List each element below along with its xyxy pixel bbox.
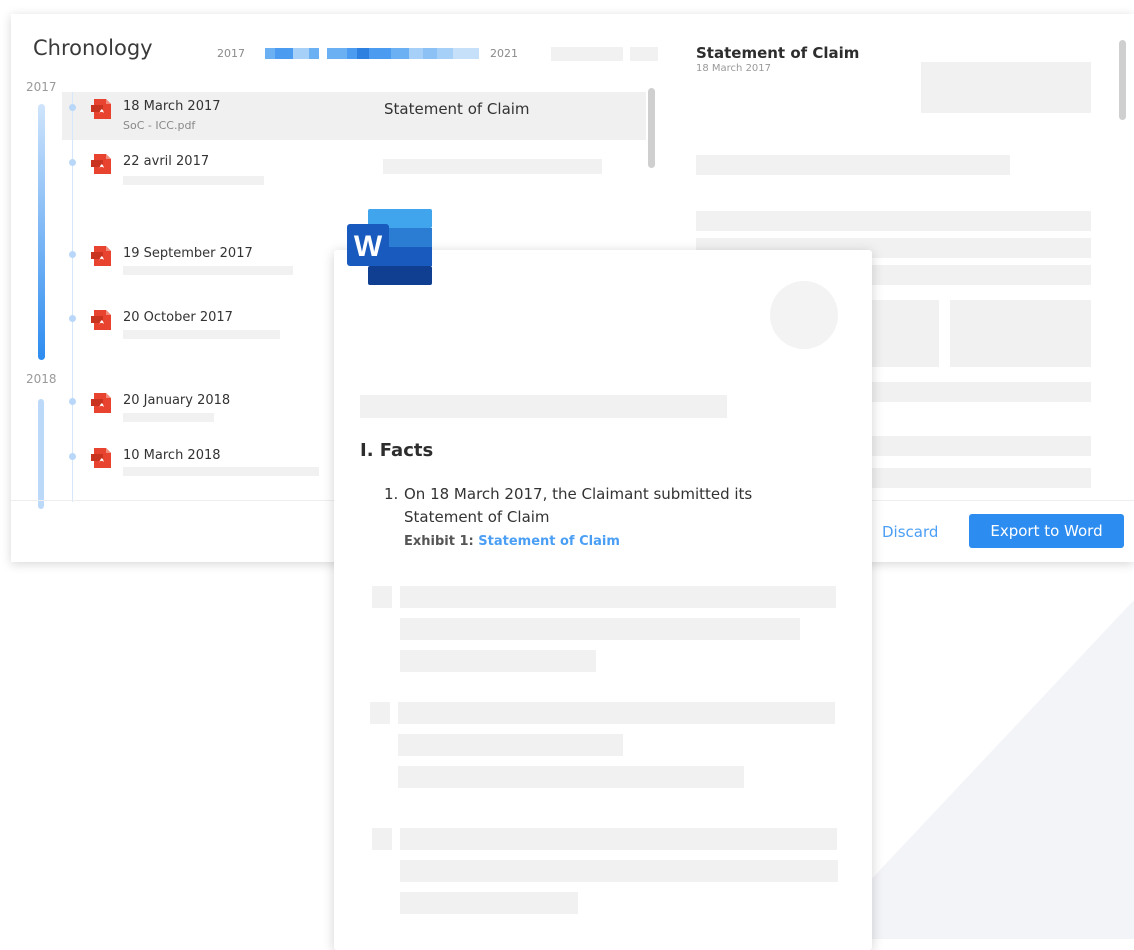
preview-placeholder: [696, 211, 1091, 231]
word-icon: W: [347, 209, 432, 285]
entry-date: 10 March 2018: [123, 448, 221, 463]
doc-placeholder: [400, 860, 838, 882]
avatar-placeholder: [770, 281, 838, 349]
timeline-bar-2017: [38, 104, 45, 360]
timeline-year-label: 2018: [26, 372, 57, 386]
exhibit-reference: Exhibit 1: Statement of Claim: [404, 534, 620, 549]
entry-filename-placeholder: [123, 176, 264, 185]
doc-placeholder: [398, 734, 623, 756]
pdf-icon: [91, 99, 111, 119]
timeline-dot: [69, 159, 76, 166]
entry-title-placeholder: [383, 159, 602, 174]
pdf-icon: [91, 154, 111, 174]
timeline-year-label: 2017: [26, 80, 57, 94]
entry-date: 19 September 2017: [123, 246, 253, 261]
preview-scrollbar[interactable]: [1119, 40, 1126, 120]
doc-placeholder: [372, 828, 392, 850]
filter-placeholder: [551, 47, 623, 61]
preview-placeholder: [950, 300, 1091, 367]
timeline-dot: [69, 453, 76, 460]
page-title: Chronology: [33, 36, 153, 60]
doc-placeholder: [400, 892, 578, 914]
entry-filename-placeholder: [123, 330, 280, 339]
preview-title: Statement of Claim: [696, 44, 860, 62]
timeline-end-year: 2021: [490, 47, 518, 60]
timeline-dot: [69, 315, 76, 322]
doc-placeholder: [400, 586, 836, 608]
pdf-icon: [91, 393, 111, 413]
timeline-range-slider[interactable]: [265, 48, 479, 59]
list-item-number: 1.: [384, 485, 399, 503]
pdf-icon: [91, 246, 111, 266]
pdf-icon: [91, 448, 111, 468]
timeline-dot: [69, 251, 76, 258]
entry-title: Statement of Claim: [384, 100, 530, 118]
doc-placeholder: [400, 650, 596, 672]
entry-filename-placeholder: [123, 266, 293, 275]
list-scrollbar[interactable]: [648, 88, 655, 168]
entry-date: 18 March 2017: [123, 99, 221, 114]
doc-section-heading: I. Facts: [360, 440, 434, 461]
exhibit-label: Exhibit 1:: [404, 534, 474, 549]
doc-placeholder: [400, 828, 837, 850]
entry-date: 22 avril 2017: [123, 154, 210, 169]
timeline-line: [72, 92, 73, 502]
filter-placeholder: [630, 47, 658, 61]
doc-placeholder: [372, 586, 392, 608]
exhibit-link[interactable]: Statement of Claim: [478, 534, 620, 549]
doc-header-placeholder: [360, 395, 727, 418]
timeline-dot: [69, 398, 76, 405]
export-to-word-button[interactable]: Export to Word: [969, 514, 1124, 548]
doc-placeholder: [398, 766, 744, 788]
preview-placeholder: [851, 468, 1091, 488]
preview-placeholder: [851, 382, 1091, 402]
list-item-text: On 18 March 2017, the Claimant submitted…: [404, 485, 753, 526]
svg-text:W: W: [354, 230, 383, 263]
doc-placeholder: [370, 702, 390, 724]
entry-filename-placeholder: [123, 413, 214, 422]
preview-date: 18 March 2017: [696, 63, 772, 74]
discard-button[interactable]: Discard: [882, 523, 938, 541]
word-document-preview: I. Facts 1. On 18 March 2017, the Claima…: [334, 250, 872, 950]
entry-filename-placeholder: [123, 467, 319, 476]
preview-placeholder: [851, 436, 1091, 456]
pdf-icon: [91, 310, 111, 330]
timeline-bar-2018: [38, 399, 44, 509]
timeline-dot: [69, 104, 76, 111]
doc-placeholder: [398, 702, 835, 724]
timeline-start-year: 2017: [217, 47, 245, 60]
entry-date: 20 January 2018: [123, 393, 231, 408]
preview-placeholder: [921, 62, 1091, 113]
doc-placeholder: [400, 618, 800, 640]
entry-date: 20 October 2017: [123, 310, 233, 325]
entry-filename: SoC - ICC.pdf: [123, 119, 196, 132]
preview-placeholder: [696, 155, 1010, 175]
